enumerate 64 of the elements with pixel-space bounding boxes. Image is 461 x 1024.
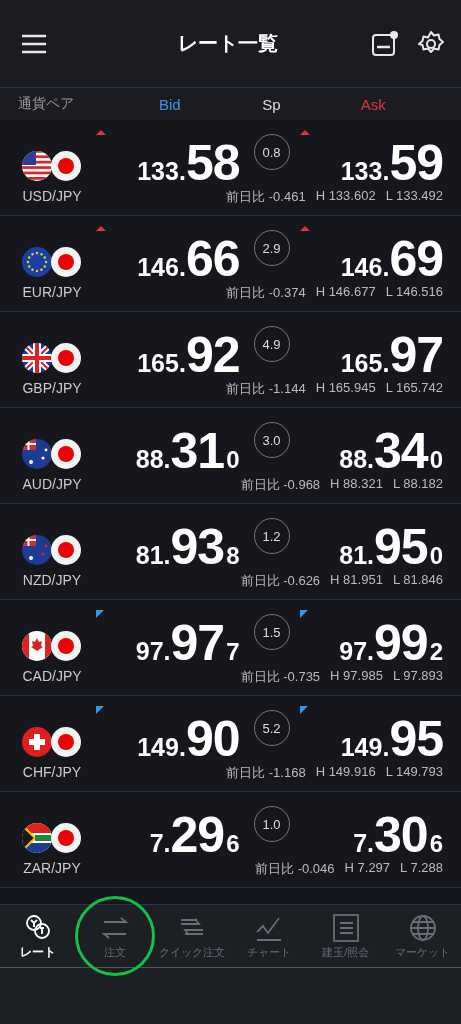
bid-price[interactable]: 165.92 bbox=[137, 330, 240, 380]
ask-price[interactable]: 7.306 bbox=[353, 810, 443, 860]
high-price: H 97.985 bbox=[330, 668, 383, 685]
currency-pair: NZD/JPY bbox=[22, 572, 82, 588]
bid-price[interactable]: 149.90 bbox=[137, 714, 240, 764]
daily-change: 前日比 -1.168 bbox=[226, 764, 306, 782]
currency-pair: ZAR/JPY bbox=[23, 860, 81, 876]
low-price: L 133.492 bbox=[385, 188, 443, 205]
column-header: 通貨ペア bbox=[17, 95, 75, 113]
low-price: L 146.516 bbox=[385, 284, 443, 301]
daily-change: 前日比 -0.046 bbox=[255, 860, 335, 878]
currency-pair: CHF/JPY bbox=[22, 764, 82, 780]
currency-pair: USD/JPY bbox=[22, 188, 82, 204]
flag-pair-icon bbox=[21, 534, 83, 566]
menu-icon[interactable] bbox=[20, 32, 48, 55]
flag-pair-icon bbox=[21, 246, 83, 278]
daily-change: 前日比 -0.626 bbox=[240, 572, 321, 590]
high-price: H 88.321 bbox=[330, 476, 383, 493]
column-header: Ask bbox=[359, 95, 387, 113]
bid-price[interactable]: 146.66 bbox=[137, 234, 240, 284]
high-price: H 146.677 bbox=[315, 284, 376, 301]
ask-price[interactable]: 165.97 bbox=[340, 330, 443, 380]
high-price: H 81.951 bbox=[330, 572, 383, 589]
high-price: H 7.297 bbox=[344, 860, 391, 877]
high-price: H 149.916 bbox=[315, 764, 376, 781]
daily-change: 前日比 -0.735 bbox=[240, 668, 321, 686]
currency-pair: CAD/JPY bbox=[22, 668, 82, 684]
ask-price[interactable]: 146.69 bbox=[340, 234, 443, 284]
flag-pair-icon bbox=[21, 726, 83, 758]
bid-price[interactable]: 88.310 bbox=[135, 426, 240, 476]
ask-price[interactable]: 133.59 bbox=[340, 138, 443, 188]
currency-pair: EUR/JPY bbox=[22, 284, 82, 300]
flag-pair-icon bbox=[21, 438, 83, 470]
nav-tab[interactable]: レート bbox=[0, 905, 77, 967]
currency-pair: AUD/JPY bbox=[22, 476, 82, 492]
ask-price[interactable]: 88.340 bbox=[339, 426, 443, 476]
low-price: L 7.288 bbox=[400, 860, 443, 877]
bid-price[interactable]: 97.977 bbox=[135, 618, 240, 668]
low-price: L 165.742 bbox=[385, 380, 443, 397]
low-price: L 81.846 bbox=[392, 572, 443, 589]
high-price: H 165.945 bbox=[315, 380, 376, 397]
flag-pair-icon bbox=[21, 150, 83, 182]
column-header: Bid bbox=[157, 95, 182, 113]
ask-price[interactable]: 81.950 bbox=[339, 522, 443, 572]
daily-change: 前日比 -0.461 bbox=[226, 188, 306, 206]
daily-change: 前日比 -0.968 bbox=[240, 476, 321, 494]
high-price: H 133.602 bbox=[315, 188, 376, 205]
chat-notification-icon[interactable] bbox=[371, 29, 399, 58]
flag-pair-icon bbox=[21, 822, 83, 854]
daily-change: 前日比 -1.144 bbox=[226, 380, 306, 398]
ask-price[interactable]: 97.992 bbox=[339, 618, 443, 668]
column-header: Sp bbox=[261, 95, 282, 113]
low-price: L 149.793 bbox=[385, 764, 443, 781]
low-price: L 88.182 bbox=[392, 476, 443, 493]
flag-pair-icon bbox=[21, 630, 83, 662]
screen-title: レート一覧 bbox=[176, 31, 279, 56]
bid-price[interactable]: 81.938 bbox=[135, 522, 240, 572]
daily-change: 前日比 -0.374 bbox=[226, 284, 306, 302]
ask-price[interactable]: 149.95 bbox=[340, 714, 443, 764]
low-price: L 97.893 bbox=[392, 668, 443, 685]
bid-price[interactable]: 7.296 bbox=[149, 810, 240, 860]
flag-pair-icon bbox=[21, 342, 83, 374]
currency-pair: GBP/JPY bbox=[22, 380, 82, 396]
bid-price[interactable]: 133.58 bbox=[137, 138, 240, 188]
